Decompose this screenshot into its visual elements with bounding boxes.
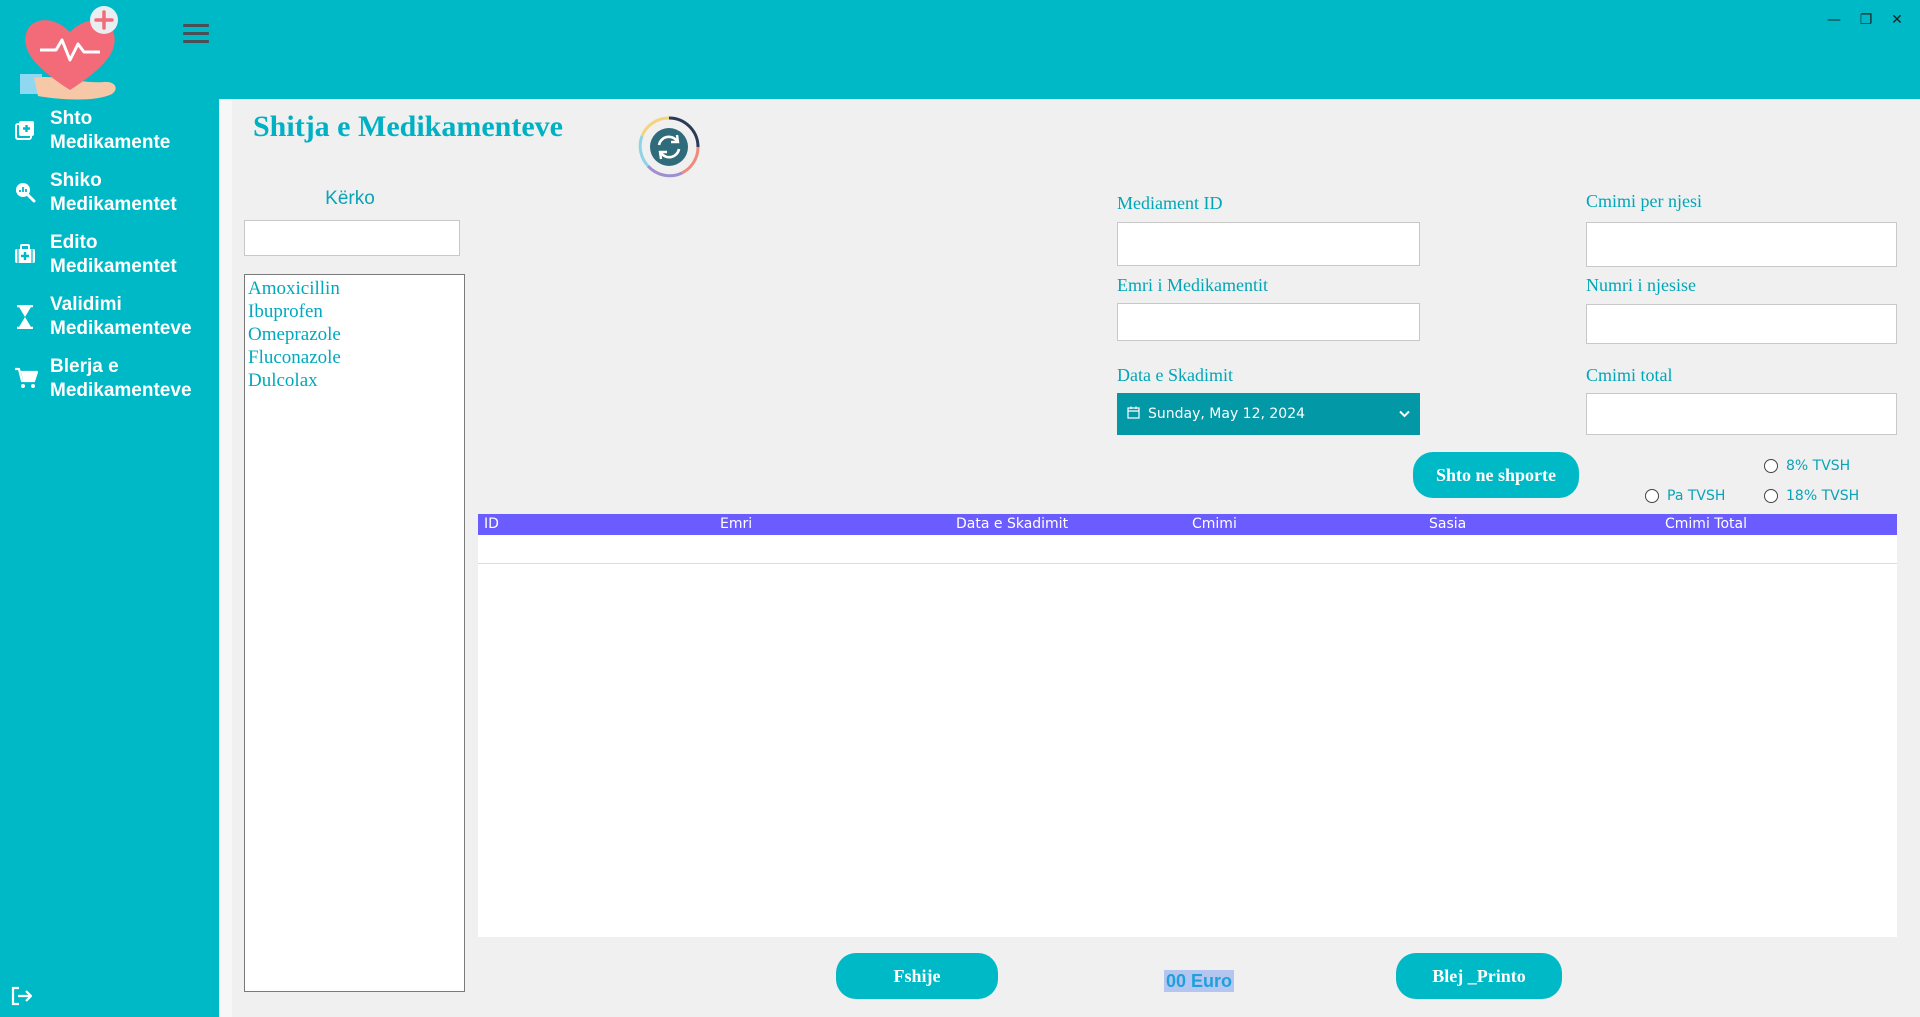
- search-label: Kërko: [325, 188, 375, 209]
- panel-divider: [219, 99, 232, 1017]
- units-field[interactable]: [1586, 304, 1897, 344]
- vat-18-radio[interactable]: 18% TVSH: [1764, 488, 1859, 504]
- medical-kit-icon: [14, 231, 50, 270]
- sidebar-item-label: Shiko: [50, 170, 102, 191]
- medicine-name-field[interactable]: [1117, 303, 1420, 341]
- column-header-name[interactable]: Emri: [720, 514, 752, 535]
- medicine-id-field[interactable]: [1117, 222, 1420, 266]
- top-bar: [0, 0, 1920, 99]
- hourglass-icon: [14, 293, 50, 334]
- buy-print-button[interactable]: Blej _Printo: [1396, 953, 1562, 999]
- list-item[interactable]: Amoxicillin: [248, 277, 461, 300]
- vat-8-label: 8% TVSH: [1786, 458, 1851, 474]
- sidebar-item-label: Medikamentet: [50, 194, 177, 215]
- expiry-date-picker[interactable]: Sunday, May 12, 2024: [1117, 393, 1420, 435]
- expiry-date-value: Sunday, May 12, 2024: [1148, 406, 1306, 422]
- sidebar-item-label: Shto: [50, 108, 93, 129]
- maximize-button[interactable]: ❐: [1853, 8, 1879, 32]
- sidebar-item-label: Medikamentet: [50, 256, 177, 277]
- chevron-down-icon: [1399, 406, 1410, 422]
- medicine-list[interactable]: Amoxicillin Ibuprofen Omeprazole Flucona…: [244, 274, 465, 992]
- vat-none-label: Pa TVSH: [1667, 488, 1726, 504]
- unit-price-label: Cmimi per njesi: [1586, 191, 1702, 211]
- table-header: ID Emri Data e Skadimit Cmimi Sasia Cmim…: [478, 514, 1897, 535]
- list-item[interactable]: Ibuprofen: [248, 300, 461, 323]
- sidebar-item-label: Blerja e: [50, 356, 119, 377]
- search-chart-icon: [14, 169, 50, 208]
- delete-button[interactable]: Fshije: [836, 953, 998, 999]
- unit-price-field[interactable]: [1586, 222, 1897, 267]
- app-logo: [16, 4, 124, 102]
- sidebar-item-label: Validimi: [50, 294, 122, 315]
- list-item[interactable]: Fluconazole: [248, 346, 461, 369]
- sidebar-item-validation[interactable]: Validimi Medikamenteve: [14, 293, 214, 345]
- total-price-label: Cmimi total: [1586, 365, 1673, 385]
- list-item[interactable]: Omeprazole: [248, 323, 461, 346]
- sidebar-item-view-medicines[interactable]: Shiko Medikamentet: [14, 169, 214, 221]
- menu-icon[interactable]: [183, 24, 209, 46]
- sidebar-item-label: Edito: [50, 232, 98, 253]
- units-label: Numri i njesise: [1586, 275, 1696, 295]
- add-to-cart-button[interactable]: Shto ne shporte: [1413, 452, 1579, 498]
- column-header-expiry[interactable]: Data e Skadimit: [956, 514, 1068, 535]
- cart-icon: [14, 355, 50, 394]
- radio-circle-icon: [1764, 459, 1778, 473]
- total-amount: 00 Euro: [1164, 970, 1235, 992]
- add-medicine-icon: [14, 107, 50, 146]
- sidebar-item-label: Medikamente: [50, 132, 171, 153]
- column-header-id[interactable]: ID: [484, 514, 499, 535]
- column-header-price[interactable]: Cmimi: [1192, 514, 1237, 535]
- radio-circle-icon: [1764, 489, 1778, 503]
- refresh-icon[interactable]: [636, 114, 702, 180]
- column-header-total[interactable]: Cmimi Total: [1665, 514, 1747, 535]
- cart-table[interactable]: ID Emri Data e Skadimit Cmimi Sasia Cmim…: [478, 514, 1897, 937]
- sidebar-item-label: Medikamenteve: [50, 380, 192, 401]
- medicine-name-label: Emri i Medikamentit: [1117, 275, 1268, 295]
- list-item[interactable]: Dulcolax: [248, 369, 461, 392]
- total-price-field[interactable]: [1586, 393, 1897, 435]
- logout-icon[interactable]: [10, 985, 34, 1007]
- column-header-quantity[interactable]: Sasia: [1429, 514, 1466, 535]
- sidebar-item-edit-medicines[interactable]: Edito Medikamentet: [14, 231, 214, 283]
- minimize-button[interactable]: —: [1821, 8, 1847, 32]
- radio-circle-icon: [1645, 489, 1659, 503]
- calendar-icon: [1127, 406, 1140, 423]
- sidebar-item-purchase[interactable]: Blerja e Medikamenteve: [14, 355, 214, 407]
- page-title: Shitja e Medikamenteve: [253, 110, 563, 143]
- table-row-divider: [478, 563, 1897, 564]
- vat-18-label: 18% TVSH: [1786, 488, 1860, 504]
- search-input[interactable]: [244, 220, 460, 256]
- close-button[interactable]: ✕: [1884, 8, 1910, 32]
- sidebar-item-label: Medikamenteve: [50, 318, 192, 339]
- expiry-date-label: Data e Skadimit: [1117, 365, 1233, 385]
- vat-8-radio[interactable]: 8% TVSH: [1764, 458, 1850, 474]
- vat-none-radio[interactable]: Pa TVSH: [1645, 488, 1725, 504]
- sidebar-item-add-medicine[interactable]: Shto Medikamente: [14, 107, 214, 159]
- medicine-id-label: Mediament ID: [1117, 193, 1223, 213]
